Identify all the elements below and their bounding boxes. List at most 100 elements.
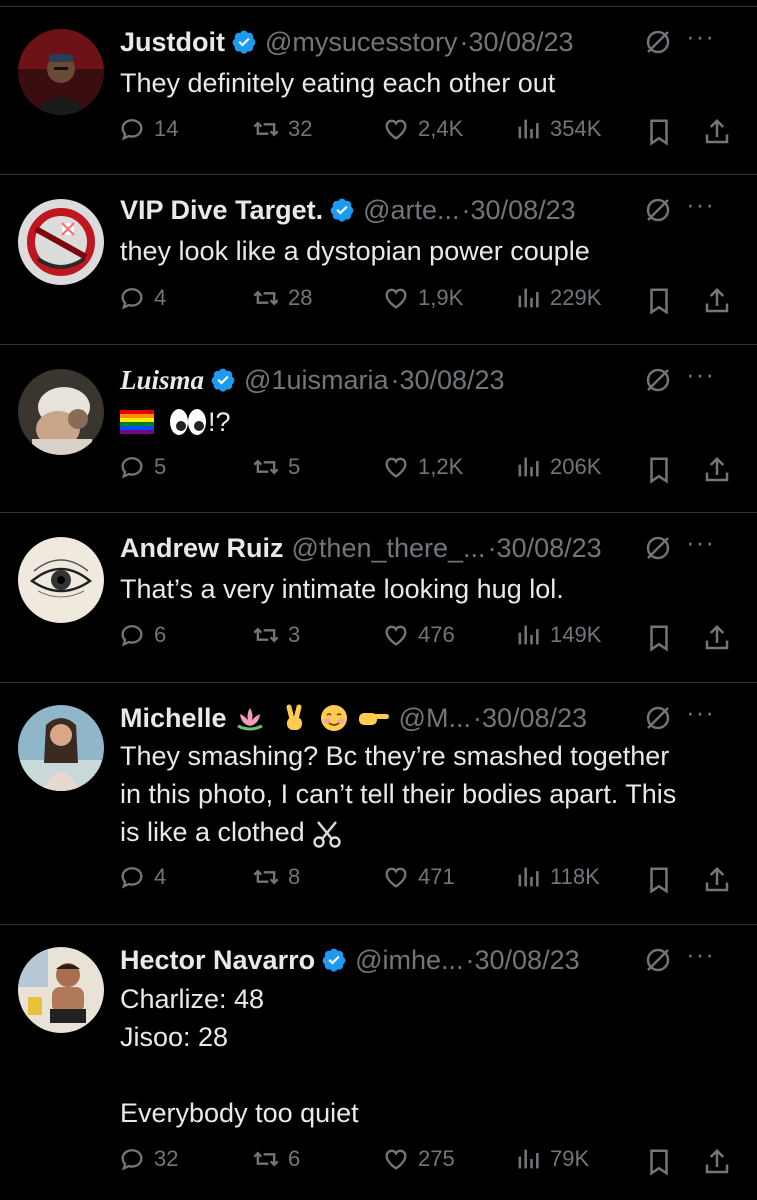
more-options-icon[interactable]: ···	[686, 697, 715, 728]
grok-icon[interactable]	[643, 365, 673, 395]
more-options-icon[interactable]: ···	[686, 359, 715, 390]
reply-button[interactable]: 32	[118, 1145, 178, 1173]
heart-icon	[385, 457, 407, 478]
display-name[interactable]: Andrew Ruiz	[120, 533, 284, 564]
reply-tweet[interactable]: Hector Navarro @imhe... ·30/08/23 ··· Ch…	[0, 925, 757, 1200]
like-button[interactable]: 1,9K	[382, 284, 463, 312]
share-icon[interactable]	[702, 117, 732, 147]
user-handle[interactable]: @imhe...	[355, 945, 463, 976]
view-count: 118K	[550, 864, 600, 889]
display-name[interactable]: Hector Navarro	[120, 945, 315, 976]
reply-button[interactable]: 4	[118, 284, 166, 312]
reply-tweet[interactable]: Michelle @M... ·30/08/23 ··· They smashi…	[0, 683, 757, 925]
avatar[interactable]	[18, 537, 104, 623]
like-button[interactable]: 471	[382, 863, 455, 891]
views-button[interactable]: 149K	[514, 621, 601, 649]
reply-tweet[interactable]: Andrew Ruiz @then_there_... ·30/08/23 ··…	[0, 513, 757, 683]
more-options-icon[interactable]: ···	[686, 189, 715, 220]
reply-icon	[121, 457, 143, 479]
retweet-button[interactable]: 5	[252, 453, 300, 481]
bookmark-icon[interactable]	[644, 117, 674, 147]
avatar[interactable]	[18, 369, 104, 455]
retweet-button[interactable]: 6	[252, 1145, 300, 1173]
views-icon	[518, 288, 539, 308]
more-options-icon[interactable]: ···	[686, 527, 715, 558]
reply-button[interactable]: 4	[118, 863, 166, 891]
bookmark-icon[interactable]	[644, 623, 674, 653]
tweet-text: They definitely eating each other out	[120, 68, 556, 98]
reply-icon	[121, 288, 143, 310]
tweet-text: They smashing? Bc they’re smashed togeth…	[120, 737, 735, 851]
action-bar: 14 32 2,4K 354K	[118, 115, 739, 149]
reply-icon	[121, 625, 143, 647]
retweet-button[interactable]: 3	[252, 621, 300, 649]
share-icon[interactable]	[702, 1147, 732, 1177]
avatar[interactable]	[18, 29, 104, 115]
views-button[interactable]: 229K	[514, 284, 601, 312]
reply-count: 4	[154, 285, 167, 310]
like-button[interactable]: 2,4K	[382, 115, 463, 143]
user-handle[interactable]: @M...	[399, 703, 471, 734]
avatar[interactable]	[18, 947, 104, 1033]
like-button[interactable]: 476	[382, 621, 455, 649]
heart-icon	[385, 1149, 407, 1170]
share-icon[interactable]	[702, 623, 732, 653]
like-button[interactable]: 275	[382, 1145, 455, 1173]
share-icon[interactable]	[702, 865, 732, 895]
share-icon[interactable]	[702, 286, 732, 316]
timestamp[interactable]: ·30/08/23	[459, 27, 573, 58]
reply-button[interactable]: 6	[118, 621, 166, 649]
verified-badge-icon	[211, 368, 235, 392]
reply-icon	[121, 1149, 143, 1171]
display-name[interactable]: Michelle	[120, 703, 227, 734]
grok-icon[interactable]	[643, 27, 673, 57]
timestamp[interactable]: ·30/08/23	[488, 533, 602, 564]
user-handle[interactable]: @then_there_...	[292, 533, 486, 564]
more-options-icon[interactable]: ···	[686, 939, 715, 970]
timestamp[interactable]: ·30/08/23	[462, 195, 576, 226]
display-name[interactable]: Justdoit	[120, 27, 225, 58]
retweet-button[interactable]: 32	[252, 115, 312, 143]
action-bar: 4 8 471 118K	[118, 863, 739, 897]
user-handle[interactable]: @1uismaria	[244, 365, 388, 396]
views-button[interactable]: 79K	[514, 1145, 589, 1173]
bookmark-icon[interactable]	[644, 1147, 674, 1177]
avatar[interactable]	[18, 199, 104, 285]
retweet-count: 5	[288, 454, 301, 479]
retweet-icon	[253, 290, 279, 306]
grok-icon[interactable]	[643, 533, 673, 563]
grok-icon[interactable]	[643, 703, 673, 733]
grok-icon[interactable]	[643, 195, 673, 225]
views-button[interactable]: 118K	[514, 863, 600, 891]
display-name[interactable]: VIP Dive Target.	[120, 195, 323, 226]
timestamp[interactable]: ·30/08/23	[473, 703, 587, 734]
bookmark-icon[interactable]	[644, 455, 674, 485]
display-name[interactable]: Luisma	[120, 365, 204, 396]
share-icon[interactable]	[702, 455, 732, 485]
timestamp[interactable]: ·30/08/23	[390, 365, 504, 396]
scissors-icon	[313, 821, 341, 848]
more-options-icon[interactable]: ···	[686, 21, 715, 52]
reply-tweet[interactable]: Justdoit @mysucesstory ·30/08/23 ··· The…	[0, 7, 757, 175]
avatar[interactable]	[18, 705, 104, 791]
reply-button[interactable]: 14	[118, 115, 178, 143]
timestamp[interactable]: ·30/08/23	[466, 945, 580, 976]
views-button[interactable]: 206K	[514, 453, 601, 481]
user-handle[interactable]: @arte...	[363, 195, 459, 226]
view-count: 229K	[550, 285, 602, 310]
bookmark-icon[interactable]	[644, 286, 674, 316]
tweet-text-content: They smashing? Bc they’re smashed togeth…	[120, 741, 677, 847]
user-handle[interactable]: @mysucesstory	[265, 27, 457, 58]
retweet-button[interactable]: 28	[252, 284, 312, 312]
reply-button[interactable]: 5	[118, 453, 166, 481]
views-button[interactable]: 354K	[514, 115, 601, 143]
like-button[interactable]: 1,2K	[382, 453, 463, 481]
like-count: 471	[418, 864, 455, 889]
retweet-button[interactable]: 8	[252, 863, 300, 891]
reply-tweet[interactable]: Luisma @1uismaria ·30/08/23 ··· !? 5 5 1…	[0, 345, 757, 513]
reply-tweet[interactable]: VIP Dive Target. @arte... ·30/08/23 ··· …	[0, 175, 757, 345]
bookmark-icon[interactable]	[644, 865, 674, 895]
like-count: 476	[418, 622, 455, 647]
grok-icon[interactable]	[643, 945, 673, 975]
view-count: 354K	[550, 116, 602, 141]
